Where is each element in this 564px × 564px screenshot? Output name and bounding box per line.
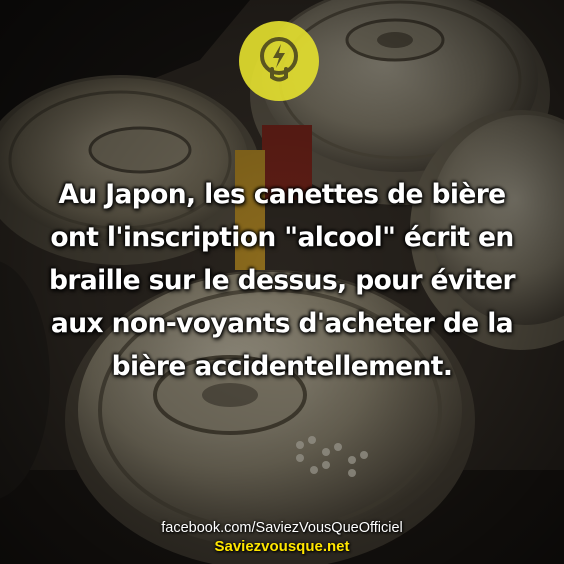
site-link[interactable]: Saviezvousque.net xyxy=(0,537,564,556)
fact-line: ont l'inscription "alcool" écrit en xyxy=(50,222,514,253)
fact-line: aux non-voyants d'acheter de la xyxy=(50,308,514,339)
footer: facebook.com/SaviezVousQueOfficiel Savie… xyxy=(0,519,564,556)
fact-line: Au Japon, les canettes de bière xyxy=(58,179,506,210)
lightbulb-bolt-icon xyxy=(239,21,319,101)
fact-line: bière accidentellement. xyxy=(111,351,453,382)
fact-line: braille sur le dessus, pour éviter xyxy=(49,265,516,296)
fact-text: Au Japon, les canettes de bière ont l'in… xyxy=(8,173,556,388)
fact-card: Au Japon, les canettes de bière ont l'in… xyxy=(0,0,564,564)
facebook-link[interactable]: facebook.com/SaviezVousQueOfficiel xyxy=(0,519,564,537)
